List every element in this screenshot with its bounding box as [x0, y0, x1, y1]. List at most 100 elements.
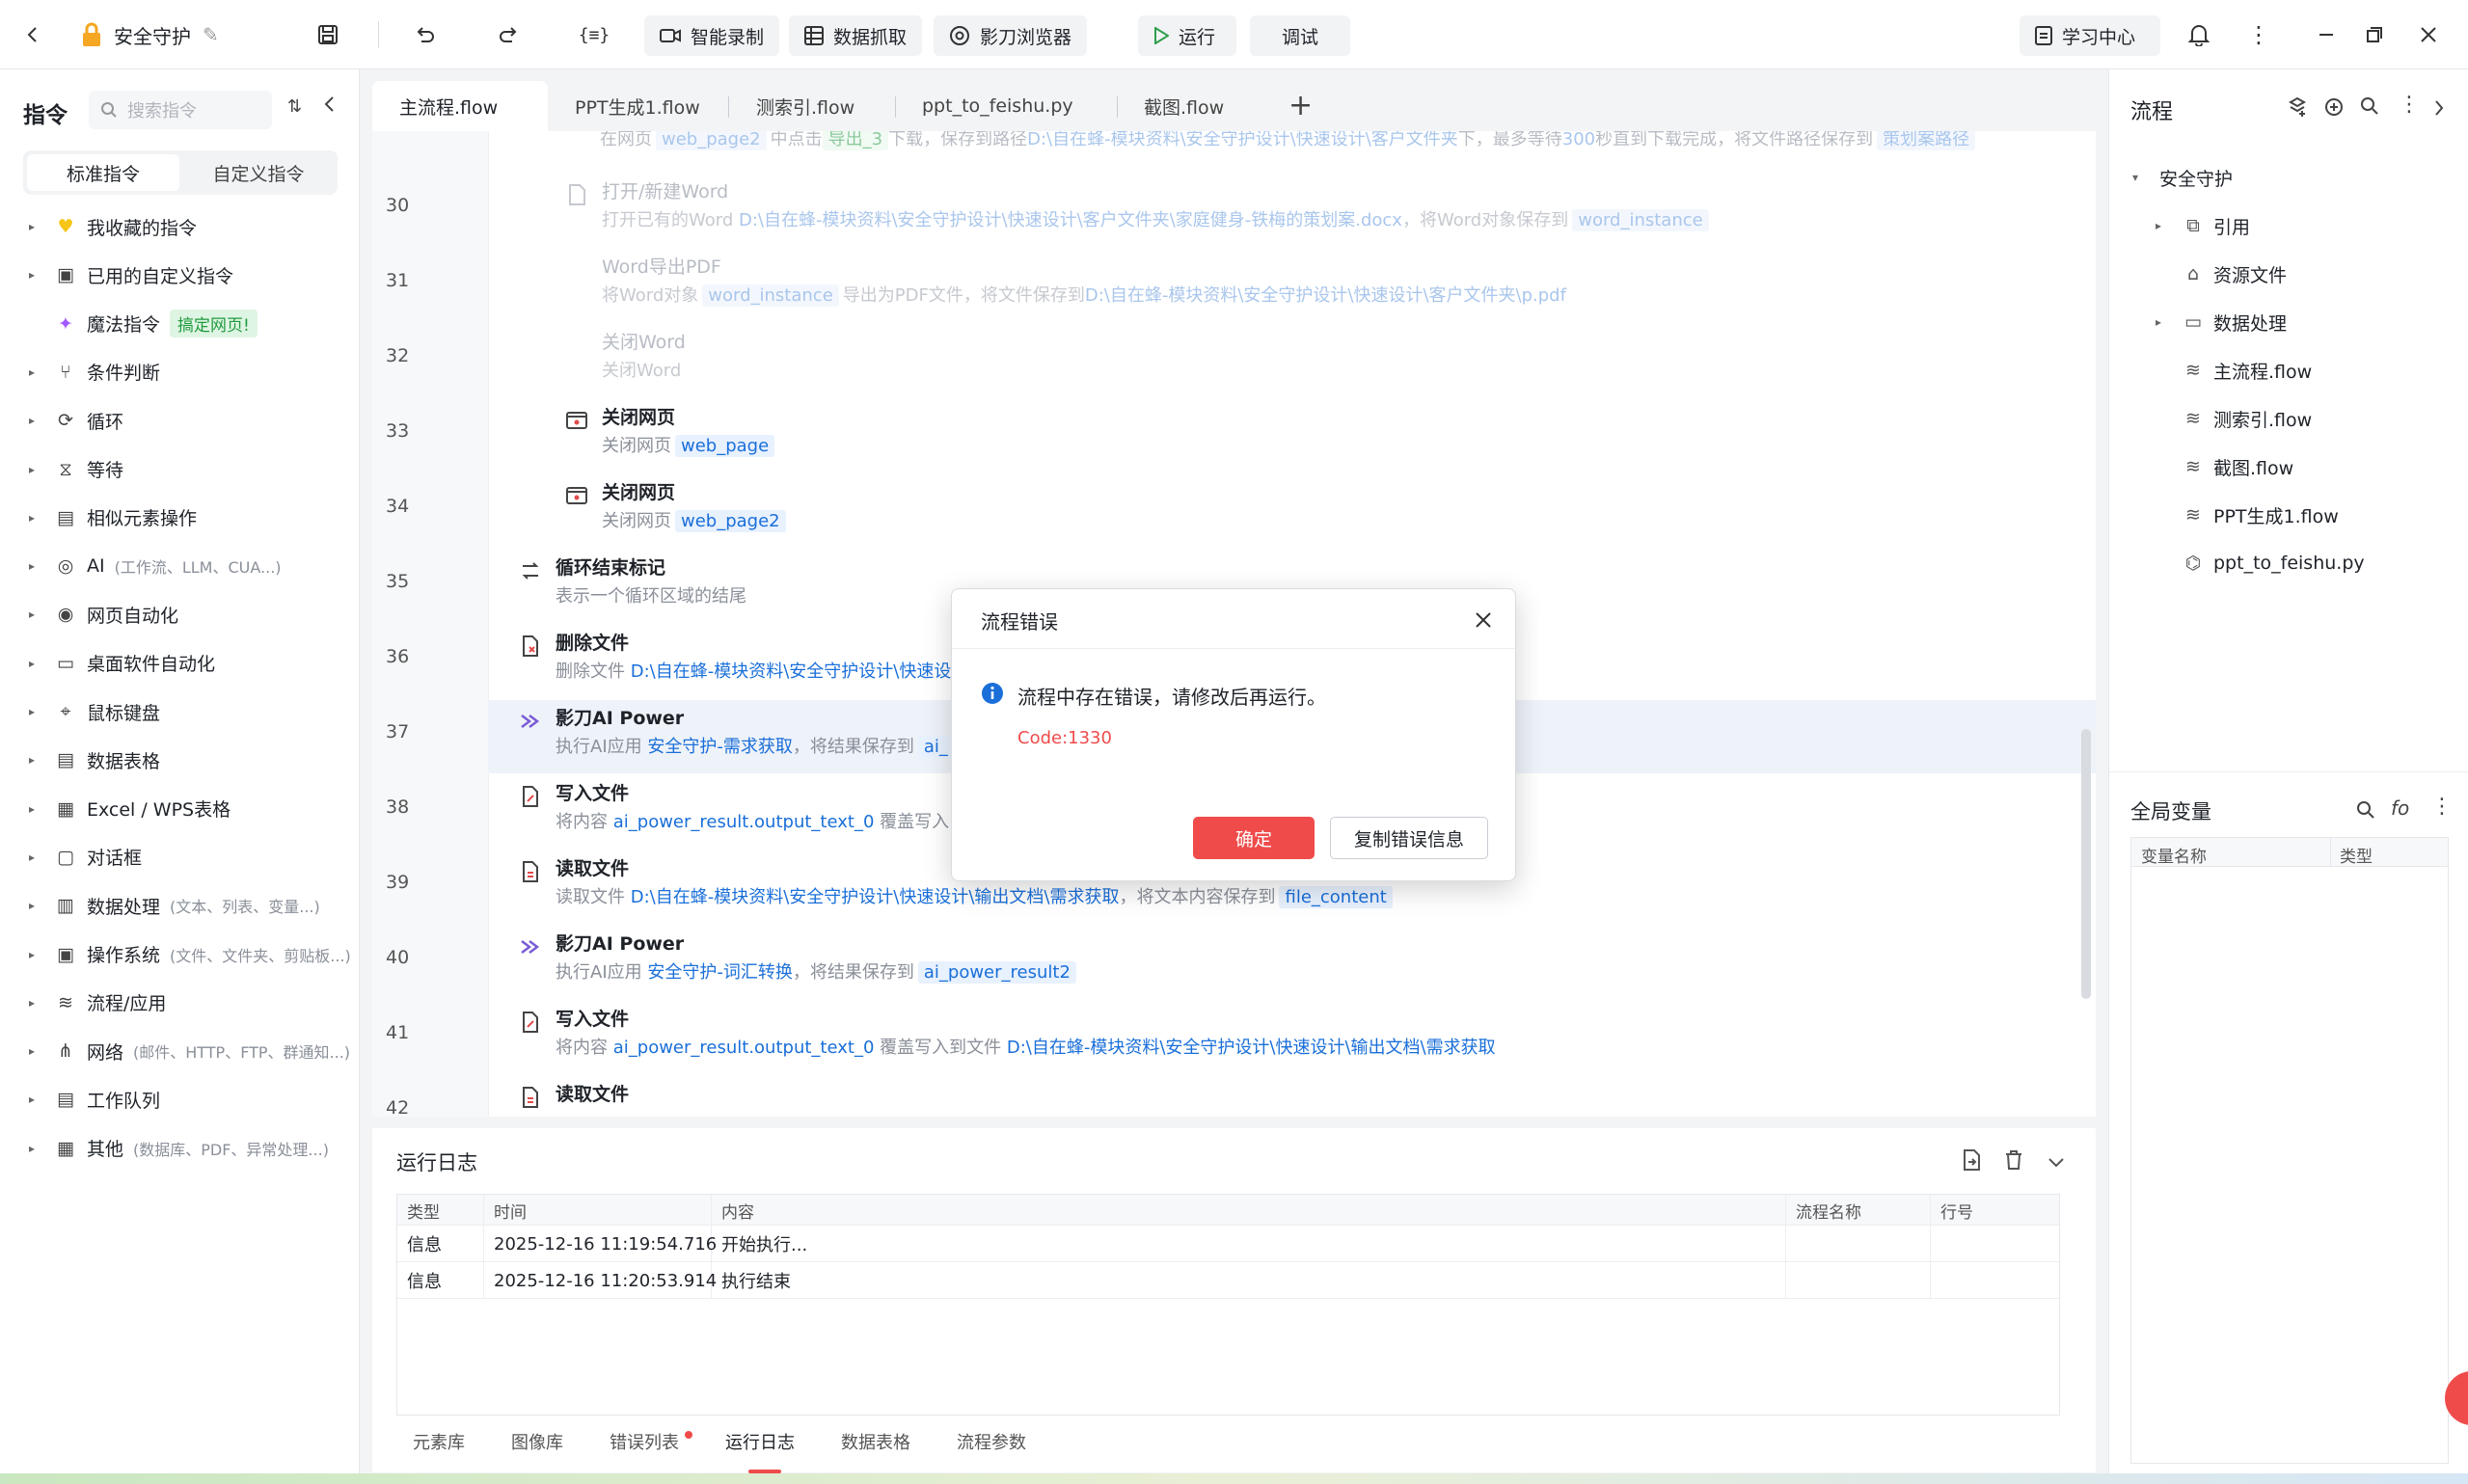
tab-custom[interactable]: 自定义指令	[183, 154, 334, 191]
restore-icon[interactable]	[2357, 17, 2392, 52]
mouse-icon: ⌖	[60, 701, 71, 722]
command-category-item[interactable]: ▸ ▤ 数据表格	[29, 741, 160, 779]
project-title-area[interactable]: 安全守护 ✎	[81, 19, 219, 50]
export-icon[interactable]	[1962, 1149, 1981, 1175]
search-icon	[100, 101, 118, 119]
debug-button[interactable]: 调试	[1250, 15, 1350, 56]
command-category-item[interactable]: ▸ ⟳ 循环	[29, 401, 123, 440]
learn-center-button[interactable]: 学习中心	[2020, 15, 2160, 56]
queue-icon: ▤	[57, 1089, 74, 1111]
trash-icon[interactable]	[2004, 1149, 2023, 1175]
col-divider	[2330, 838, 2331, 867]
browser-button[interactable]: 影刀浏览器	[934, 15, 1088, 56]
step-desc: 执行AI应用 安全守护-词汇转换，将结果保存到 ai_power_result2	[556, 958, 1080, 984]
more-vertical-icon[interactable]: ⋮	[2399, 93, 2420, 117]
data-process-icon: ▥	[57, 895, 74, 917]
code-icon[interactable]: {≡}	[577, 17, 611, 52]
tab-image-library[interactable]: 图像库	[511, 1429, 563, 1454]
tab-main-flow[interactable]: 主流程.flow	[372, 81, 548, 131]
editor-scrollbar[interactable]	[2081, 729, 2091, 999]
tree-item[interactable]: ▸ ▭ 数据处理	[2156, 303, 2287, 341]
ok-button[interactable]: 确定	[1193, 817, 1315, 859]
debug-label: 调试	[1281, 26, 1318, 48]
project-title: 安全守护	[114, 24, 191, 48]
command-category-item[interactable]: ▸ ▤ 工作队列	[29, 1080, 160, 1119]
caret-right-icon: ▸	[29, 899, 36, 913]
chevron-down-icon[interactable]	[2047, 1151, 2066, 1174]
more-vertical-icon[interactable]: ⋮	[2431, 795, 2453, 819]
command-category-item[interactable]: ▸ ⌖ 鼠标键盘	[29, 692, 160, 731]
command-category-item[interactable]: ▸ ▦ Excel / WPS表格	[29, 790, 231, 828]
command-category-item[interactable]: ▸ ▦ 其他 (数据库、PDF、异常处理...)	[29, 1129, 329, 1168]
tab-element-library[interactable]: 元素库	[413, 1429, 465, 1454]
smart-record-button[interactable]: 智能录制	[644, 15, 780, 56]
collapse-icon[interactable]	[322, 94, 336, 119]
tab-run-log[interactable]: 运行日志	[725, 1429, 795, 1454]
tab-ppt-py[interactable]: ppt_to_feishu.py	[895, 81, 1117, 131]
command-category-item[interactable]: ▸ ▣ 已用的自定义指令	[29, 256, 233, 294]
tab-ppt-flow[interactable]: PPT生成1.flow	[548, 81, 739, 131]
tree-item[interactable]: ≋ 主流程.flow	[2156, 351, 2312, 390]
tree-item[interactable]: ⌬ ppt_to_feishu.py	[2156, 544, 2365, 582]
copy-error-button[interactable]: 复制错误信息	[1330, 817, 1488, 859]
tree-item[interactable]: ≋ 测索引.flow	[2156, 399, 2312, 438]
command-category-item[interactable]: ▸ ⧖ 等待	[29, 450, 123, 489]
info-icon	[981, 682, 1004, 710]
tree-item[interactable]: ⌂ 资源文件	[2156, 255, 2287, 293]
add-folder-icon[interactable]	[2323, 96, 2345, 122]
redo-icon[interactable]	[492, 17, 527, 52]
command-category-item[interactable]: ▸ ▣ 操作系统 (文件、文件夹、剪贴板...)	[29, 935, 351, 974]
close-window-icon[interactable]	[2411, 17, 2446, 52]
command-category-item[interactable]: ▸ ◉ 网页自动化	[29, 595, 178, 634]
function-icon[interactable]: fo	[2391, 796, 2409, 820]
back-icon[interactable]	[15, 17, 50, 52]
chevron-right-icon[interactable]	[2433, 98, 2445, 121]
command-category-item[interactable]: ▸ ▢ 对话框	[29, 838, 142, 877]
browser-window-icon	[565, 484, 588, 507]
command-category-item[interactable]: ▸ ▤ 相似元素操作	[29, 499, 197, 537]
col-var-type: 类型	[2340, 848, 2373, 867]
log-table: 类型 时间 内容 流程名称 行号 信息 2025-12-16 11:19:54.…	[396, 1194, 2060, 1416]
search-icon[interactable]	[2356, 800, 2375, 824]
tree-item[interactable]: ≋ PPT生成1.flow	[2156, 496, 2339, 534]
tree-item[interactable]: ▾ 安全守护	[2132, 158, 2233, 197]
tab-screenshot-flow[interactable]: 截图.flow	[1117, 81, 1267, 131]
table-row[interactable]: 信息 2025-12-16 11:19:54.716 开始执行...	[397, 1226, 2059, 1262]
data-scrape-button[interactable]: 数据抓取	[789, 15, 923, 56]
undo-icon[interactable]	[407, 17, 442, 52]
command-category-item[interactable]: ✦ 魔法指令 搞定网页!	[29, 305, 258, 343]
tab-flow-params[interactable]: 流程参数	[957, 1429, 1026, 1454]
add-tab-icon[interactable]: +	[1288, 89, 1313, 122]
command-search-input[interactable]: 搜索指令	[89, 91, 272, 129]
tab-error-list[interactable]: 错误列表	[610, 1429, 679, 1454]
table-row[interactable]: 信息 2025-12-16 11:20:53.914 执行结束	[397, 1262, 2059, 1299]
browser-icon	[949, 25, 970, 46]
add-flow-icon[interactable]	[2287, 96, 2308, 122]
command-category-item[interactable]: ▸ ▭ 桌面软件自动化	[29, 644, 215, 683]
tab-data-table[interactable]: 数据表格	[841, 1429, 910, 1454]
command-category-item[interactable]: ▸ ⑂ 条件判断	[29, 353, 160, 391]
read-file-icon	[519, 1086, 542, 1109]
tree-item-label: 测索引.flow	[2213, 409, 2313, 431]
tab-standard[interactable]: 标准指令	[27, 154, 179, 191]
search-icon[interactable]	[2360, 96, 2379, 121]
minimize-icon[interactable]	[2309, 17, 2344, 52]
command-category-item[interactable]: ▸ ≋ 流程/应用	[29, 984, 166, 1022]
command-category-item[interactable]: ▸ ♥ 我收藏的指令	[29, 207, 197, 246]
branch-icon: ⑂	[60, 361, 71, 383]
sort-icon[interactable]: ⇅	[287, 96, 302, 117]
tree-item[interactable]: ≋ 截图.flow	[2156, 447, 2293, 486]
layers-icon: ≋	[2185, 504, 2201, 526]
tab-index-flow[interactable]: 测索引.flow	[729, 81, 895, 131]
command-category-item[interactable]: ▸ ◎ AI (工作流、LLM、CUA...)	[29, 547, 282, 585]
line-number: 40	[386, 947, 410, 968]
bell-icon[interactable]	[2182, 17, 2216, 52]
run-button[interactable]: 运行	[1138, 15, 1236, 56]
save-icon[interactable]	[311, 17, 345, 52]
command-category-item[interactable]: ▸ ▥ 数据处理 (文本、列表、变量...)	[29, 886, 320, 925]
tree-item[interactable]: ▸ ⧉ 引用	[2156, 206, 2250, 245]
edit-icon[interactable]: ✎	[203, 23, 219, 46]
more-vertical-icon[interactable]: ⋮	[2241, 17, 2276, 52]
close-icon[interactable]	[1475, 610, 1492, 634]
command-category-item[interactable]: ▸ ⋔ 网络 (邮件、HTTP、FTP、群通知...)	[29, 1032, 350, 1070]
